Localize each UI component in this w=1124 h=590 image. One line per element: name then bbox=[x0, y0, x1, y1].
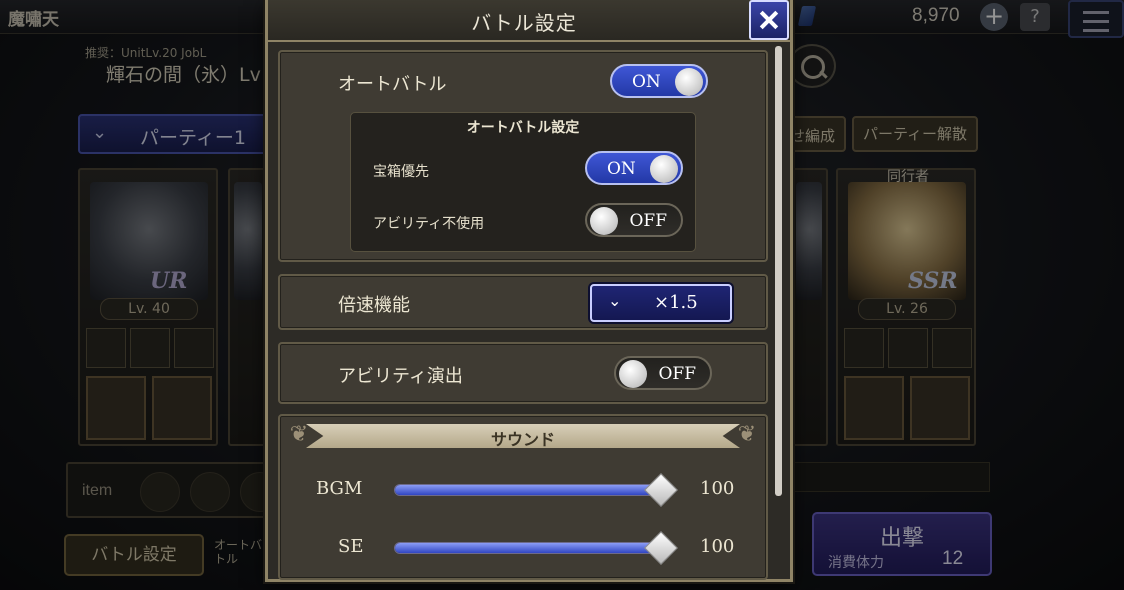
scrollbar[interactable] bbox=[775, 46, 782, 496]
se-label: SE bbox=[338, 536, 364, 557]
toggle-knob bbox=[590, 207, 618, 235]
battle-settings-dialog: バトル設定 オートバトル ON オートバトル設定 宝箱優先 ON アビリティ不使… bbox=[265, 0, 793, 582]
treasure-priority-label: 宝箱優先 bbox=[373, 164, 429, 180]
toggle-state: ON bbox=[607, 159, 636, 179]
sound-section: ❦ ❦ サウンド BGM 100 SE 100 bbox=[278, 414, 768, 580]
toggle-state: OFF bbox=[629, 211, 667, 231]
ability-effect-label: アビリティ演出 bbox=[338, 366, 463, 387]
speed-dropdown[interactable]: ⌄ ×1.5 bbox=[590, 284, 732, 322]
treasure-priority-toggle[interactable]: ON bbox=[585, 151, 683, 185]
auto-battle-settings-title: オートバトル設定 bbox=[466, 120, 580, 136]
auto-battle-settings-panel: オートバトル設定 宝箱優先 ON アビリティ不使用 OFF bbox=[350, 112, 696, 252]
se-value: 100 bbox=[700, 536, 735, 557]
se-slider-fill bbox=[395, 543, 661, 553]
toggle-knob bbox=[675, 68, 703, 96]
toggle-state: OFF bbox=[658, 364, 696, 384]
bgm-slider-thumb[interactable] bbox=[644, 473, 678, 507]
bgm-label: BGM bbox=[316, 478, 363, 499]
auto-battle-label: オートバトル bbox=[338, 74, 447, 95]
close-button[interactable] bbox=[749, 0, 789, 40]
toggle-knob bbox=[619, 360, 647, 388]
dialog-header: バトル設定 bbox=[268, 0, 790, 42]
auto-battle-toggle[interactable]: ON bbox=[610, 64, 708, 98]
se-slider-thumb[interactable] bbox=[644, 531, 678, 565]
sound-title: サウンド bbox=[490, 430, 555, 449]
ability-effect-section: アビリティ演出 OFF bbox=[278, 342, 768, 404]
dialog-title: バトル設定 bbox=[471, 11, 577, 35]
no-ability-toggle[interactable]: OFF bbox=[585, 203, 683, 237]
chevron-down-icon: ⌄ bbox=[608, 291, 622, 310]
auto-battle-section: オートバトル ON オートバトル設定 宝箱優先 ON アビリティ不使用 OFF bbox=[278, 50, 768, 262]
bgm-value: 100 bbox=[700, 478, 735, 499]
bgm-slider[interactable] bbox=[394, 473, 678, 507]
no-ability-label: アビリティ不使用 bbox=[373, 216, 485, 232]
speed-section: 倍速機能 ⌄ ×1.5 bbox=[278, 274, 768, 330]
sound-header: ❦ ❦ サウンド bbox=[280, 420, 766, 452]
toggle-knob bbox=[650, 155, 678, 183]
speed-label: 倍速機能 bbox=[338, 295, 410, 316]
ability-effect-toggle[interactable]: OFF bbox=[614, 356, 712, 390]
toggle-state: ON bbox=[632, 72, 661, 92]
speed-value: ×1.5 bbox=[654, 292, 698, 313]
bgm-slider-fill bbox=[395, 485, 661, 495]
se-slider[interactable] bbox=[394, 531, 678, 565]
